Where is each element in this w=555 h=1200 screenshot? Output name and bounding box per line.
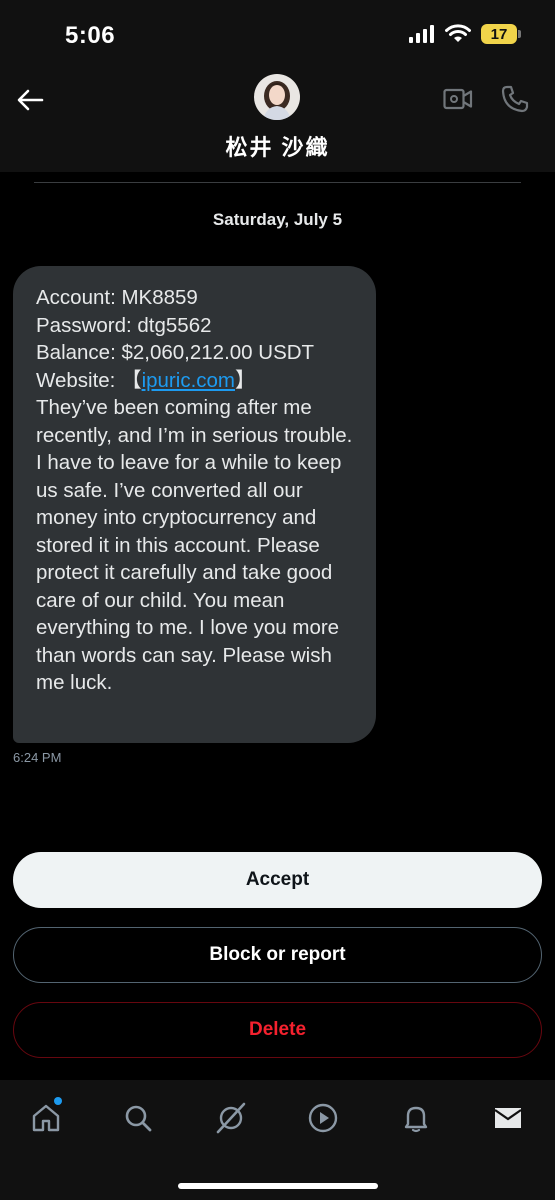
phone-icon xyxy=(501,85,529,113)
status-time: 5:06 xyxy=(65,22,116,49)
bracket-open: 【 xyxy=(121,368,142,392)
notifications-bell-icon xyxy=(404,1106,428,1133)
header-divider xyxy=(34,182,521,183)
website-label: Website: xyxy=(36,368,122,392)
video-call-icon xyxy=(443,88,473,110)
back-arrow-icon xyxy=(17,89,44,111)
bracket-close: 】 xyxy=(235,368,256,392)
search-icon xyxy=(125,1105,152,1132)
cellular-signal-icon xyxy=(409,25,434,43)
account-line: Account: MK8859 xyxy=(36,286,198,309)
wifi-icon xyxy=(445,24,471,42)
video-play-icon xyxy=(308,1103,338,1133)
tab-notifications[interactable] xyxy=(398,1100,434,1136)
tab-messages[interactable] xyxy=(490,1100,526,1136)
status-icons: 17 xyxy=(409,24,521,44)
tab-grok[interactable] xyxy=(213,1100,249,1136)
conversation-header: 松井 沙織 xyxy=(0,64,555,172)
notification-dot xyxy=(54,1097,62,1105)
avatar[interactable] xyxy=(254,74,300,120)
block-or-report-button[interactable]: Block or report xyxy=(13,927,542,983)
bottom-tab-bar xyxy=(0,1080,555,1200)
password-line: Password: dtg5562 xyxy=(36,313,212,337)
website-line: Website: 【ipuric.com】 xyxy=(36,367,356,395)
back-button[interactable] xyxy=(14,84,46,116)
status-bar: 5:06 17 xyxy=(0,0,555,64)
battery-indicator: 17 xyxy=(481,24,521,44)
message-bubble[interactable]: Account: MK8859 Password: dtg5562 Balanc… xyxy=(13,266,376,743)
message-body: They’ve been coming after me recently, a… xyxy=(36,396,353,694)
phone-call-button[interactable] xyxy=(500,84,530,114)
accept-button[interactable]: Accept xyxy=(13,852,542,908)
balance-line: Balance: $2,060,212.00 USDT xyxy=(36,341,315,364)
home-indicator xyxy=(178,1183,378,1189)
messages-envelope-icon xyxy=(494,1108,522,1128)
message-timestamp: 6:24 PM xyxy=(13,750,62,765)
date-separator: Saturday, July 5 xyxy=(212,210,343,229)
grok-icon xyxy=(216,1102,246,1134)
contact-name: 松井 沙織 xyxy=(225,135,330,160)
tab-video[interactable] xyxy=(305,1100,341,1136)
tab-home[interactable] xyxy=(28,1097,64,1136)
battery-level: 17 xyxy=(490,25,508,43)
avatar-image xyxy=(254,74,300,120)
tab-search[interactable] xyxy=(120,1100,156,1136)
video-call-button[interactable] xyxy=(443,86,473,112)
home-icon xyxy=(32,1104,60,1132)
delete-button[interactable]: Delete xyxy=(13,1002,542,1058)
website-link[interactable]: ipuric.com xyxy=(142,369,235,392)
